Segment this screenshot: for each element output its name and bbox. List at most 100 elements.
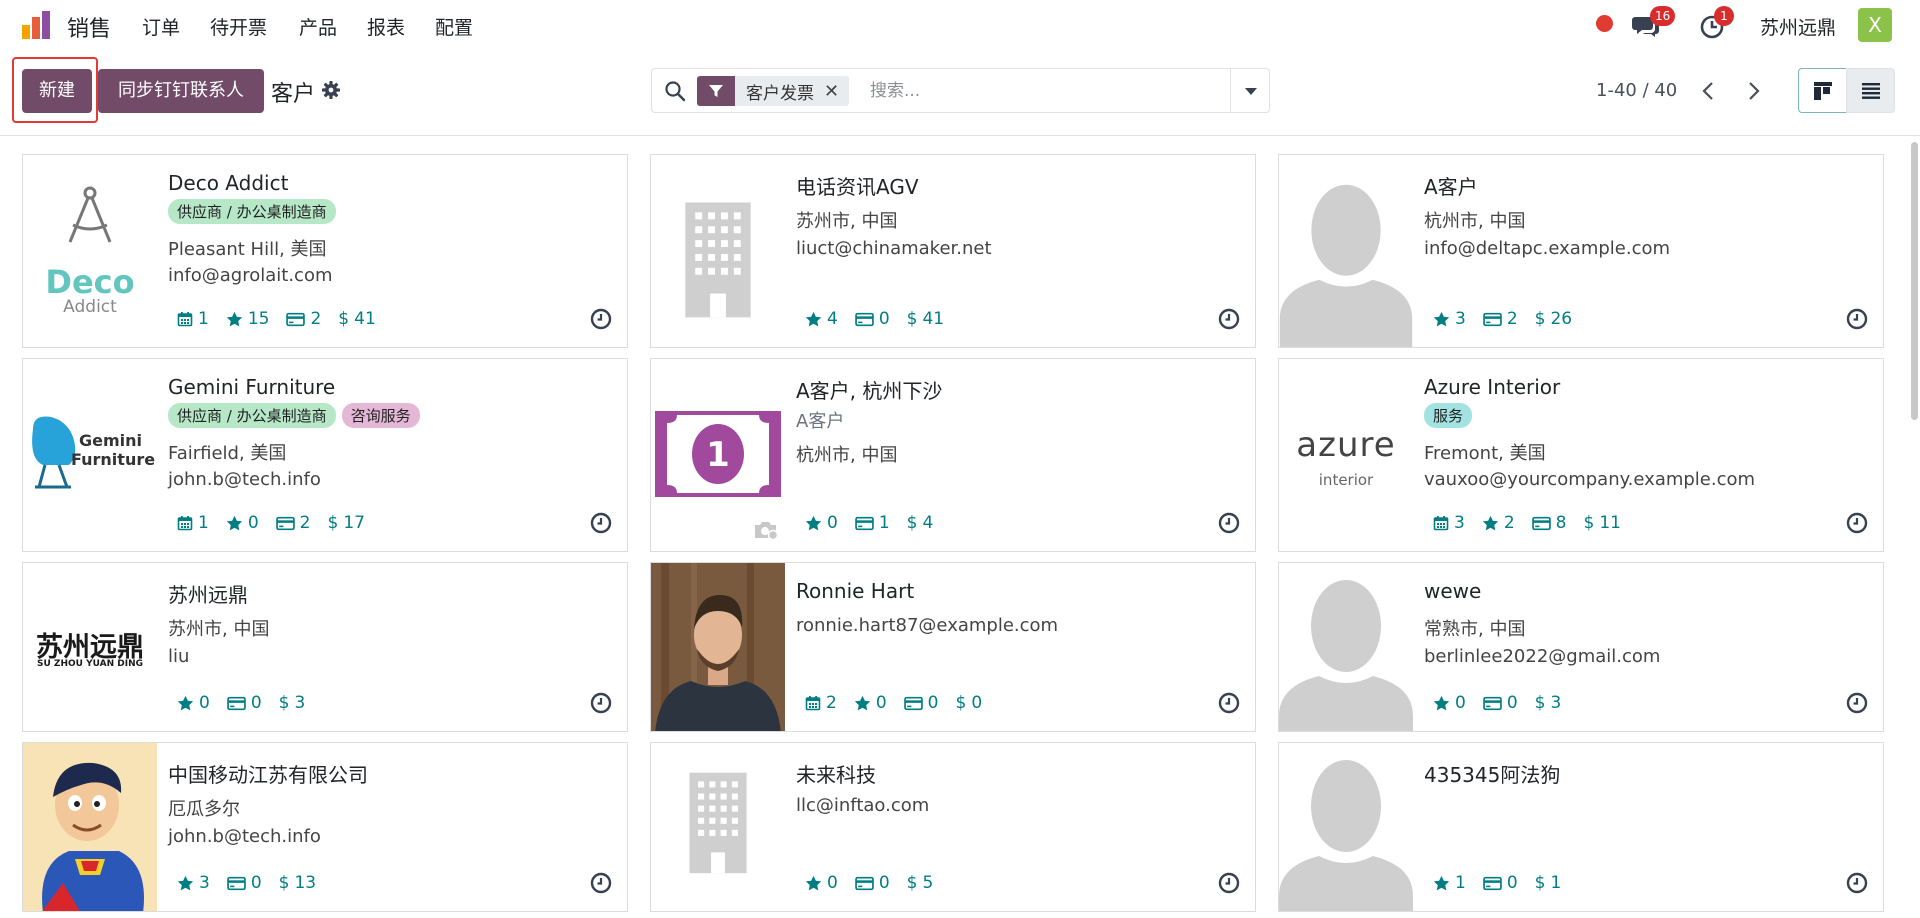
rating-stat[interactable]: 1 (1433, 873, 1466, 893)
rating-stat[interactable]: 0 (1433, 693, 1466, 713)
activity-clock-icon[interactable] (589, 691, 613, 715)
invoices-stat[interactable]: 0 (227, 693, 262, 713)
dollar-icon: $ (338, 309, 350, 329)
new-button[interactable]: 新建 (22, 69, 92, 113)
menu-item-orders[interactable]: 订单 (142, 13, 180, 40)
partner-card-a-customer-xiasha[interactable]: 1 A客户, 杭州下沙 A客户 杭州市, 中国 0 1 $4 (650, 358, 1256, 552)
invoices-stat[interactable]: 2 (276, 513, 310, 533)
partner-name: Azure Interior (1424, 375, 1561, 399)
activity-clock-icon[interactable] (1217, 691, 1241, 715)
gear-icon[interactable] (321, 80, 341, 100)
invoices-stat[interactable]: 0 (904, 693, 938, 713)
meetings-stat[interactable]: 1 (177, 309, 209, 329)
rating-stat[interactable]: 4 (805, 309, 838, 329)
sales-stat[interactable]: $41 (338, 309, 375, 329)
rating-stat[interactable]: 0 (177, 693, 210, 713)
activity-clock-icon[interactable] (1217, 511, 1241, 535)
invoices-stat[interactable]: 0 (227, 873, 262, 893)
meetings-stat[interactable]: 1 (177, 513, 209, 533)
star-icon (805, 311, 822, 328)
camera-icon[interactable] (753, 519, 779, 541)
invoices-count: 0 (1506, 873, 1518, 893)
pager-next-icon[interactable] (1741, 78, 1765, 104)
partner-card-azure-interior[interactable]: azure interior Azure Interior 服务 Fremont… (1278, 358, 1884, 552)
menu-item-to-invoice[interactable]: 待开票 (210, 13, 267, 40)
kanban-view-button[interactable] (1798, 68, 1847, 113)
rating-stat[interactable]: 2 (1482, 513, 1515, 533)
search-options-toggle[interactable] (1230, 69, 1270, 112)
partner-card-china-mobile-jiangsu[interactable]: 中国移动江苏有限公司 厄瓜多尔 john.b@tech.info 3 0 $13 (22, 742, 628, 912)
list-view-button[interactable] (1846, 68, 1895, 113)
rating-stat[interactable]: 0 (805, 873, 838, 893)
invoices-stat[interactable]: 1 (855, 513, 890, 533)
company-switcher[interactable]: 苏州远鼎 (1760, 13, 1836, 40)
sales-app-icon[interactable] (20, 9, 52, 41)
menu-item-products[interactable]: 产品 (299, 13, 337, 40)
invoices-stat[interactable]: 2 (1483, 309, 1518, 329)
sales-stat[interactable]: $3 (279, 693, 306, 713)
sales-stat[interactable]: $0 (955, 693, 982, 713)
partner-card-future-tech[interactable]: 未来科技 llc@inftao.com 0 0 $5 (650, 742, 1256, 912)
sales-stat[interactable]: $41 (907, 309, 944, 329)
credit-card-icon (855, 516, 874, 531)
sync-dingtalk-contacts-button[interactable]: 同步钉钉联系人 (98, 69, 264, 113)
partner-card-435345-alphago[interactable]: 435345阿法狗 1 0 $1 (1278, 742, 1884, 912)
partner-card-gemini-furniture[interactable]: Gemini Furniture Gemini Furniture 供应商 / … (22, 358, 628, 552)
sales-stat[interactable]: $4 (907, 513, 934, 533)
sales-stat[interactable]: $13 (279, 873, 316, 893)
sales-stat[interactable]: $17 (327, 513, 364, 533)
partner-card-agv[interactable]: 电话资讯AGV 苏州市, 中国 liuct@chinamaker.net 4 0… (650, 154, 1256, 348)
app-title[interactable]: 销售 (67, 11, 111, 43)
facet-remove-icon[interactable]: ✕ (824, 81, 849, 102)
activity-clock-icon[interactable] (1217, 871, 1241, 895)
invoices-stat[interactable]: 2 (286, 309, 321, 329)
activity-clock-icon[interactable] (1217, 307, 1241, 331)
partner-card-a-customer[interactable]: A客户 杭州市, 中国 info@deltapc.example.com 3 2… (1278, 154, 1884, 348)
activity-clock-icon[interactable] (589, 871, 613, 895)
menu-item-reporting[interactable]: 报表 (367, 13, 405, 40)
activity-clock-icon[interactable] (1845, 691, 1869, 715)
partner-card-ronnie-hart[interactable]: Ronnie Hart ronnie.hart87@example.com 2 … (650, 562, 1256, 732)
rating-count: 0 (1455, 693, 1466, 713)
partner-card-wewe[interactable]: wewe 常熟市, 中国 berlinlee2022@gmail.com 0 0… (1278, 562, 1884, 732)
sales-stat[interactable]: $3 (1535, 693, 1562, 713)
invoices-stat[interactable]: 8 (1532, 513, 1566, 533)
activity-clock-icon[interactable] (1845, 307, 1869, 331)
search-icon[interactable] (664, 80, 686, 102)
meetings-stat[interactable]: 3 (1433, 513, 1465, 533)
sales-count: 41 (922, 309, 945, 329)
rating-stat[interactable]: 0 (805, 513, 838, 533)
invoices-stat[interactable]: 0 (1483, 693, 1518, 713)
credit-card-icon (1483, 312, 1502, 327)
partner-email: info@deltapc.example.com (1424, 238, 1671, 259)
activity-clock-icon[interactable] (1845, 871, 1869, 895)
sales-stat[interactable]: $11 (1583, 513, 1620, 533)
rating-stat[interactable]: 3 (1433, 309, 1466, 329)
scrollbar-thumb[interactable] (1911, 142, 1918, 420)
activity-clock-icon[interactable] (1845, 511, 1869, 535)
rating-stat[interactable]: 15 (226, 309, 269, 329)
pager-previous-icon[interactable] (1697, 78, 1721, 104)
invoices-stat[interactable]: 0 (1483, 873, 1518, 893)
sales-stat[interactable]: $5 (907, 873, 934, 893)
partner-card-deco-addict[interactable]: Deco Addict Deco Addict 供应商 / 办公桌制造商 Ple… (22, 154, 628, 348)
partner-contact: liu (168, 646, 190, 667)
search-bar: 客户发票 ✕ (651, 68, 1270, 113)
rating-stat[interactable]: 0 (854, 693, 887, 713)
activity-clock-icon[interactable] (589, 307, 613, 331)
invoices-stat[interactable]: 0 (855, 873, 890, 893)
rating-stat[interactable]: 0 (226, 513, 259, 533)
meetings-stat[interactable]: 2 (805, 693, 837, 713)
status-indicator[interactable] (1596, 15, 1613, 32)
partner-card-suzhou-yuanding[interactable]: 苏州远鼎 SU ZHOU YUAN DING 苏州远鼎 苏州市, 中国 liu … (22, 562, 628, 732)
sales-stat[interactable]: $26 (1535, 309, 1572, 329)
menu-item-configuration[interactable]: 配置 (435, 13, 473, 40)
search-input[interactable] (868, 77, 1238, 105)
user-avatar[interactable]: X (1858, 8, 1892, 42)
invoices-stat[interactable]: 0 (855, 309, 890, 329)
pager-value[interactable]: 1-40 / 40 (1596, 80, 1677, 101)
rating-count: 1 (1455, 873, 1466, 893)
sales-stat[interactable]: $1 (1535, 873, 1562, 893)
rating-stat[interactable]: 3 (177, 873, 210, 893)
activity-clock-icon[interactable] (589, 511, 613, 535)
